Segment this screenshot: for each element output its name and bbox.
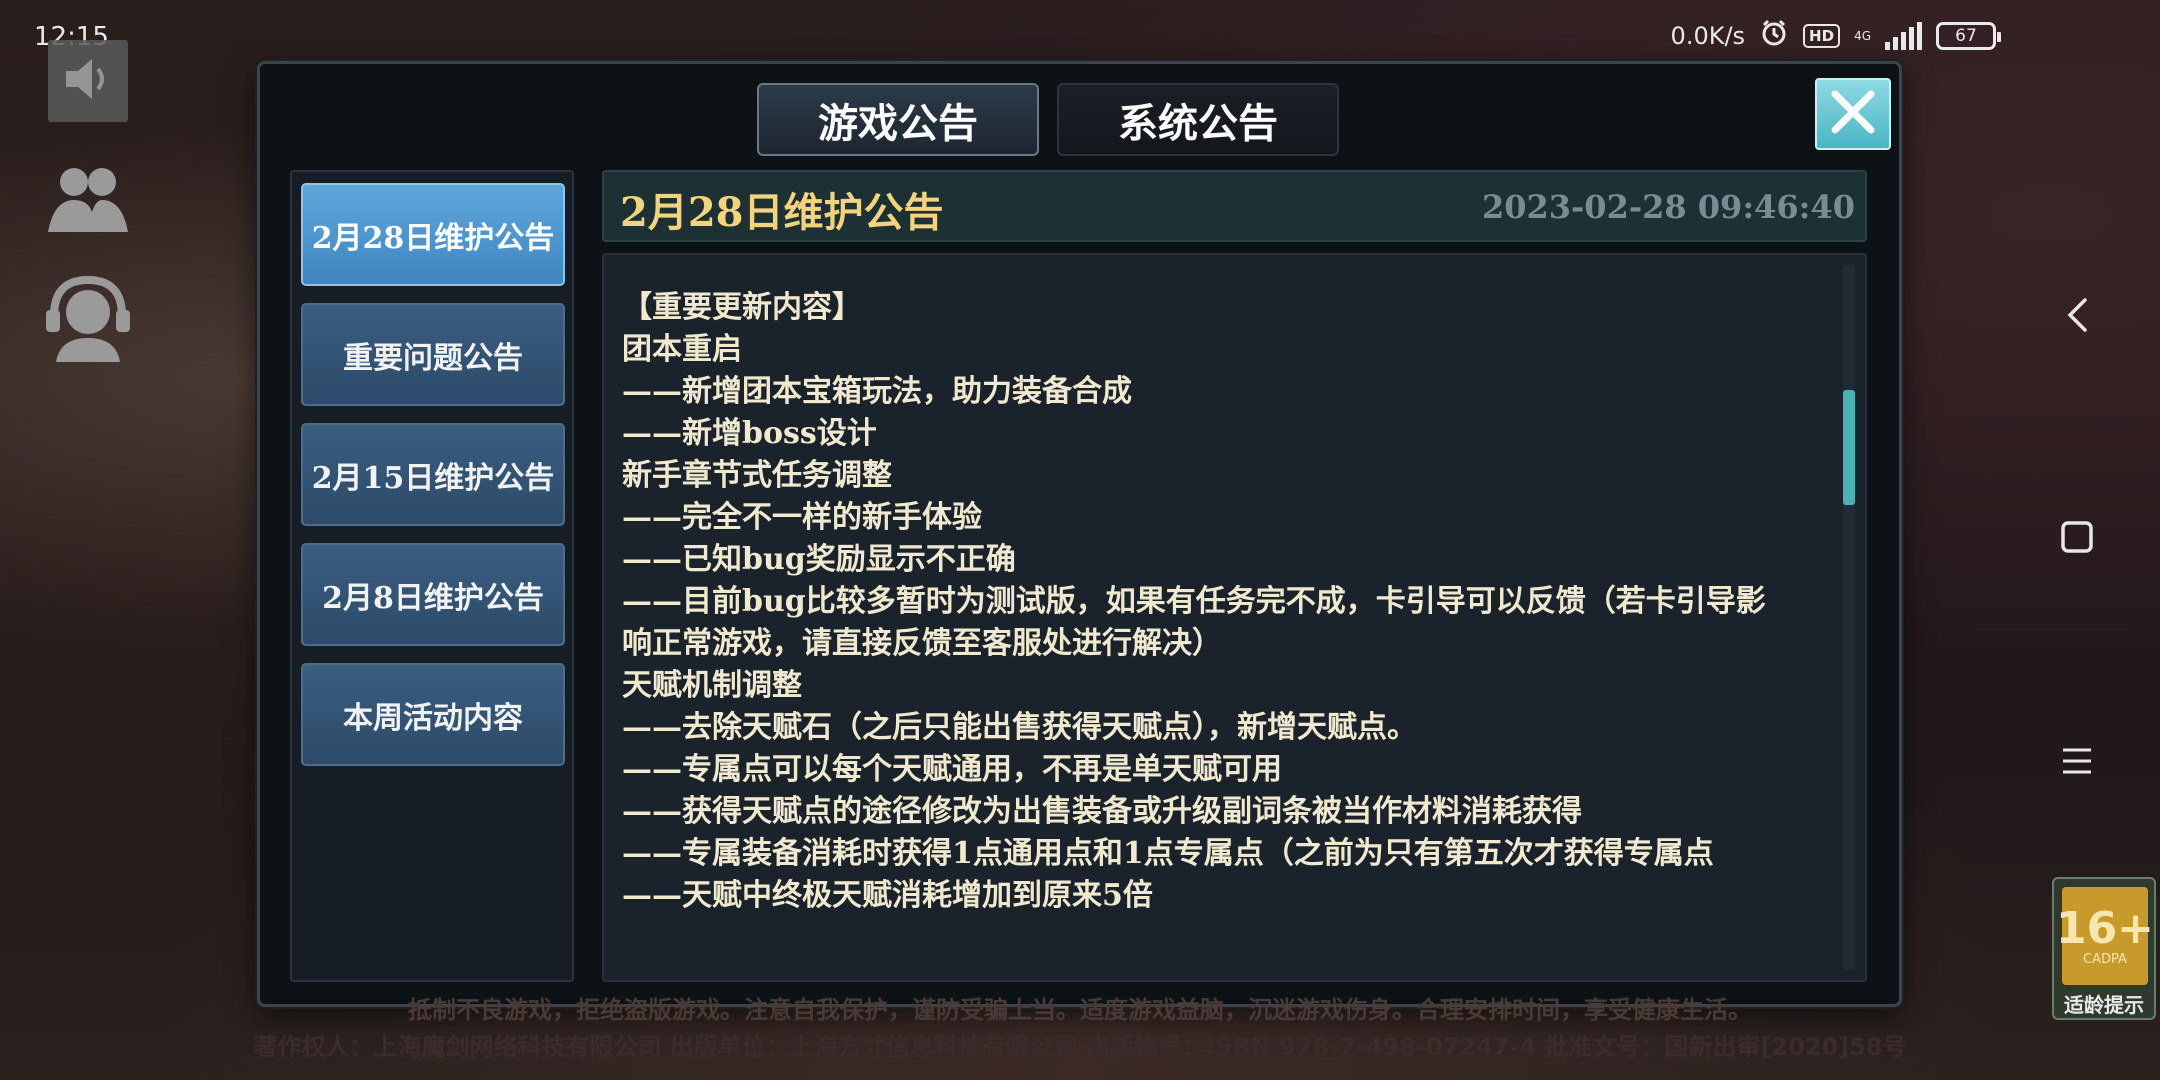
tab-system-announcement[interactable]: 系统公告: [1057, 83, 1339, 156]
notice-line: ——天赋中终极天赋消耗增加到原来5倍: [622, 878, 1153, 913]
battery-icon: 67: [1936, 22, 2001, 50]
notice-line: ——新增boss设计: [622, 416, 877, 451]
customer-service-button[interactable]: [40, 275, 136, 366]
copyright-notice: 著作权人：上海魔剑网络科技有限公司 出版单位：上海方寸信息科技有限公司 出版物号…: [253, 1033, 1907, 1061]
signal-icon: [1885, 22, 1922, 50]
age-rating-badge[interactable]: 16+ CADPA 适龄提示: [2052, 877, 2156, 1020]
notice-line: ——专属点可以每个天赋通用，不再是单天赋可用: [622, 752, 1282, 787]
menu-icon: [2061, 746, 2093, 780]
back-icon: [2065, 297, 2089, 337]
battery-level: 67: [1955, 26, 1977, 46]
notice-title: 2月28日维护公告: [620, 189, 944, 236]
speaker-icon: [58, 54, 118, 108]
notice-content[interactable]: 【重要更新内容】 团本重启 ——新增团本宝箱玩法，助力装备合成 ——新增boss…: [602, 253, 1867, 982]
notice-header: 2月28日维护公告 2023-02-28 09:46:40: [602, 170, 1867, 242]
menu-button[interactable]: [2052, 738, 2102, 788]
home-icon: [2060, 520, 2094, 558]
back-button[interactable]: [2052, 292, 2102, 342]
close-button[interactable]: [1815, 78, 1891, 150]
sound-button[interactable]: [48, 40, 128, 122]
alarm-icon: [1759, 18, 1789, 54]
friends-icon: [44, 160, 132, 242]
scrollbar-thumb[interactable]: [1843, 390, 1855, 505]
sidebar-item-important-issues[interactable]: 重要问题公告: [301, 303, 565, 406]
notice-line: 新手章节式任务调整: [622, 458, 892, 493]
friends-button[interactable]: [44, 162, 132, 240]
notice-line: ——获得天赋点的途径修改为出售装备或升级副词条被当作材料消耗获得: [622, 794, 1582, 829]
network-type: 4G: [1854, 29, 1871, 43]
notice-line: ——专属装备消耗时获得1点通用点和1点专属点（之前为只有第五次才获得专属点: [622, 836, 1714, 871]
notice-line: ——新增团本宝箱玩法，助力装备合成: [622, 374, 1132, 409]
status-icons: 0.0K/s HD 4G 67: [1670, 18, 2001, 54]
notice-text: 【重要更新内容】 团本重启 ——新增团本宝箱玩法，助力装备合成 ——新增boss…: [622, 287, 1832, 917]
sidebar-item-weekly-events[interactable]: 本周活动内容: [301, 663, 565, 766]
notice-line: 响正常游戏，请直接反馈至客服处进行解决）: [622, 626, 1222, 661]
health-notice: 抵制不良游戏，拒绝盗版游戏。注意自我保护，谨防受骗上当。适度游戏益脑，沉迷游戏伤…: [408, 996, 1752, 1024]
tab-game-announcement[interactable]: 游戏公告: [757, 83, 1039, 156]
announcement-list: 2月28日维护公告 重要问题公告 2月15日维护公告 2月8日维护公告 本周活动…: [290, 170, 574, 982]
sidebar-item-feb8-maintenance[interactable]: 2月8日维护公告: [301, 543, 565, 646]
notice-line: ——目前bug比较多暂时为测试版，如果有任务完不成，卡引导可以反馈（若卡引导影: [622, 584, 1766, 619]
headset-icon: [40, 275, 136, 366]
notice-line: ——完全不一样的新手体验: [622, 500, 982, 535]
scrollbar[interactable]: [1843, 265, 1855, 970]
notice-date: 2023-02-28 09:46:40: [1481, 188, 1855, 226]
announcement-panel: 游戏公告 系统公告 2月28日维护公告 重要问题公告 2月15日维护公告 2月8…: [257, 61, 1902, 1007]
close-icon: [1829, 88, 1877, 140]
hd-badge: HD: [1803, 24, 1841, 48]
age-rating-number: 16+: [2055, 902, 2155, 954]
sidebar-item-feb28-maintenance[interactable]: 2月28日维护公告: [301, 183, 565, 286]
notice-line: 【重要更新内容】: [622, 290, 862, 325]
age-rating-label: 适龄提示: [2064, 993, 2144, 1017]
sidebar-item-feb15-maintenance[interactable]: 2月15日维护公告: [301, 423, 565, 526]
net-speed: 0.0K/s: [1670, 22, 1746, 50]
home-button[interactable]: [2052, 514, 2102, 564]
notice-line: 团本重启: [622, 332, 742, 367]
notice-line: 天赋机制调整: [622, 668, 802, 703]
age-rating-org: CADPA: [2083, 951, 2127, 967]
notice-line: ——去除天赋石（之后只能出售获得天赋点），新增天赋点。: [622, 710, 1417, 745]
age-rating-box: 16+ CADPA: [2056, 887, 2154, 985]
notice-line: ——已知bug奖励显示不正确: [622, 542, 1016, 577]
